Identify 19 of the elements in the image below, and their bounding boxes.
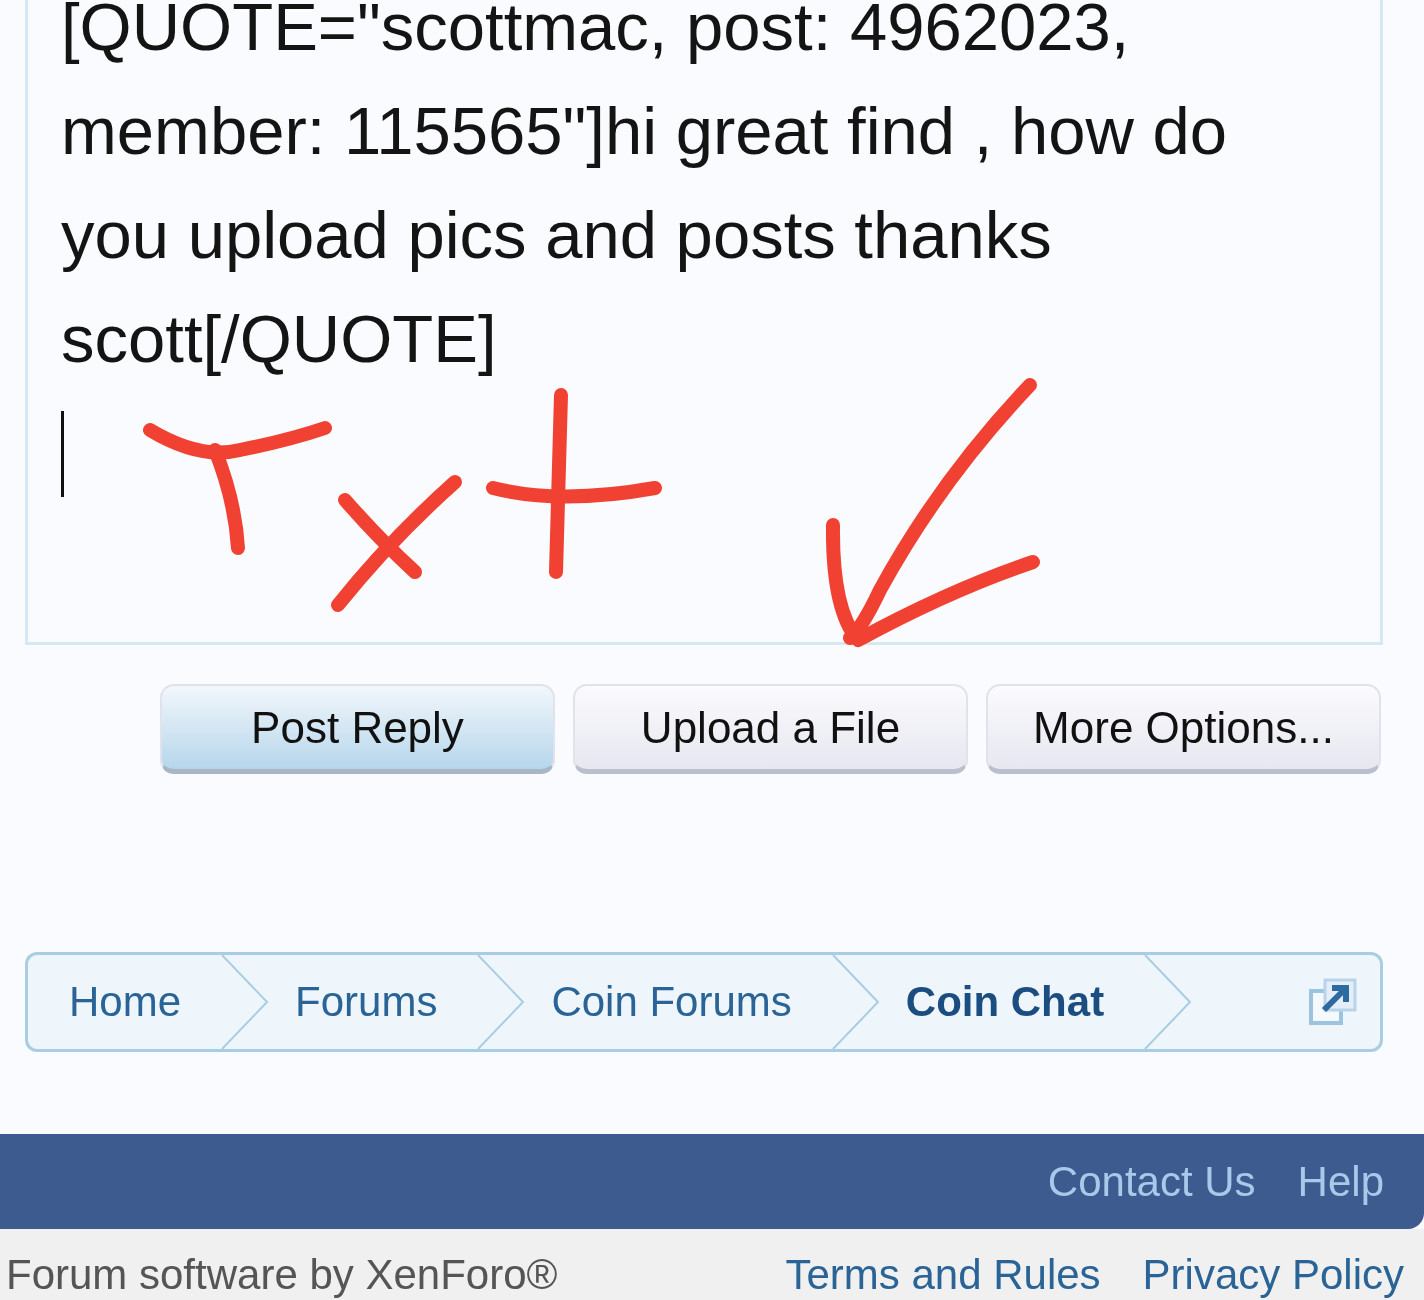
footer-link[interactable]: Contact Us (1047, 1157, 1256, 1206)
footer-link[interactable]: Privacy Policy (1142, 1251, 1404, 1300)
breadcrumb-link[interactable]: Home (69, 978, 182, 1026)
more-options-button[interactable]: More Options... (986, 684, 1381, 774)
external-link-icon[interactable] (1308, 977, 1358, 1027)
breadcrumb-link[interactable]: Coin Forums (551, 978, 792, 1026)
copyright-text: Forum software by XenForo® (6, 1251, 558, 1300)
footer-link[interactable]: Terms and Rules (785, 1251, 1101, 1300)
breadcrumb-link[interactable]: Coin Chat (905, 978, 1105, 1026)
upload-button[interactable]: Upload a File (573, 684, 968, 774)
footer-link[interactable]: Help (1297, 1157, 1384, 1206)
chevron-separator-icon (221, 955, 270, 1049)
chevron-separator-icon (831, 955, 880, 1049)
post-reply-button[interactable]: Post Reply (160, 684, 555, 774)
editor-text: [QUOTE="scottmac, post: 4962023, member: 115565"]hi great find , how do you upload pics and posts thanks scott[/QUOTE] (61, 0, 1228, 378)
message-editor[interactable]: [QUOTE="scottmac, post: 4962023, member: 115565"]hi great find , how do you upload pics and posts thanks scott[/QUOTE] (25, 0, 1383, 645)
chevron-separator-icon (1144, 955, 1193, 1049)
breadcrumb-link[interactable]: Forums (295, 978, 438, 1026)
chevron-separator-icon (477, 955, 526, 1049)
